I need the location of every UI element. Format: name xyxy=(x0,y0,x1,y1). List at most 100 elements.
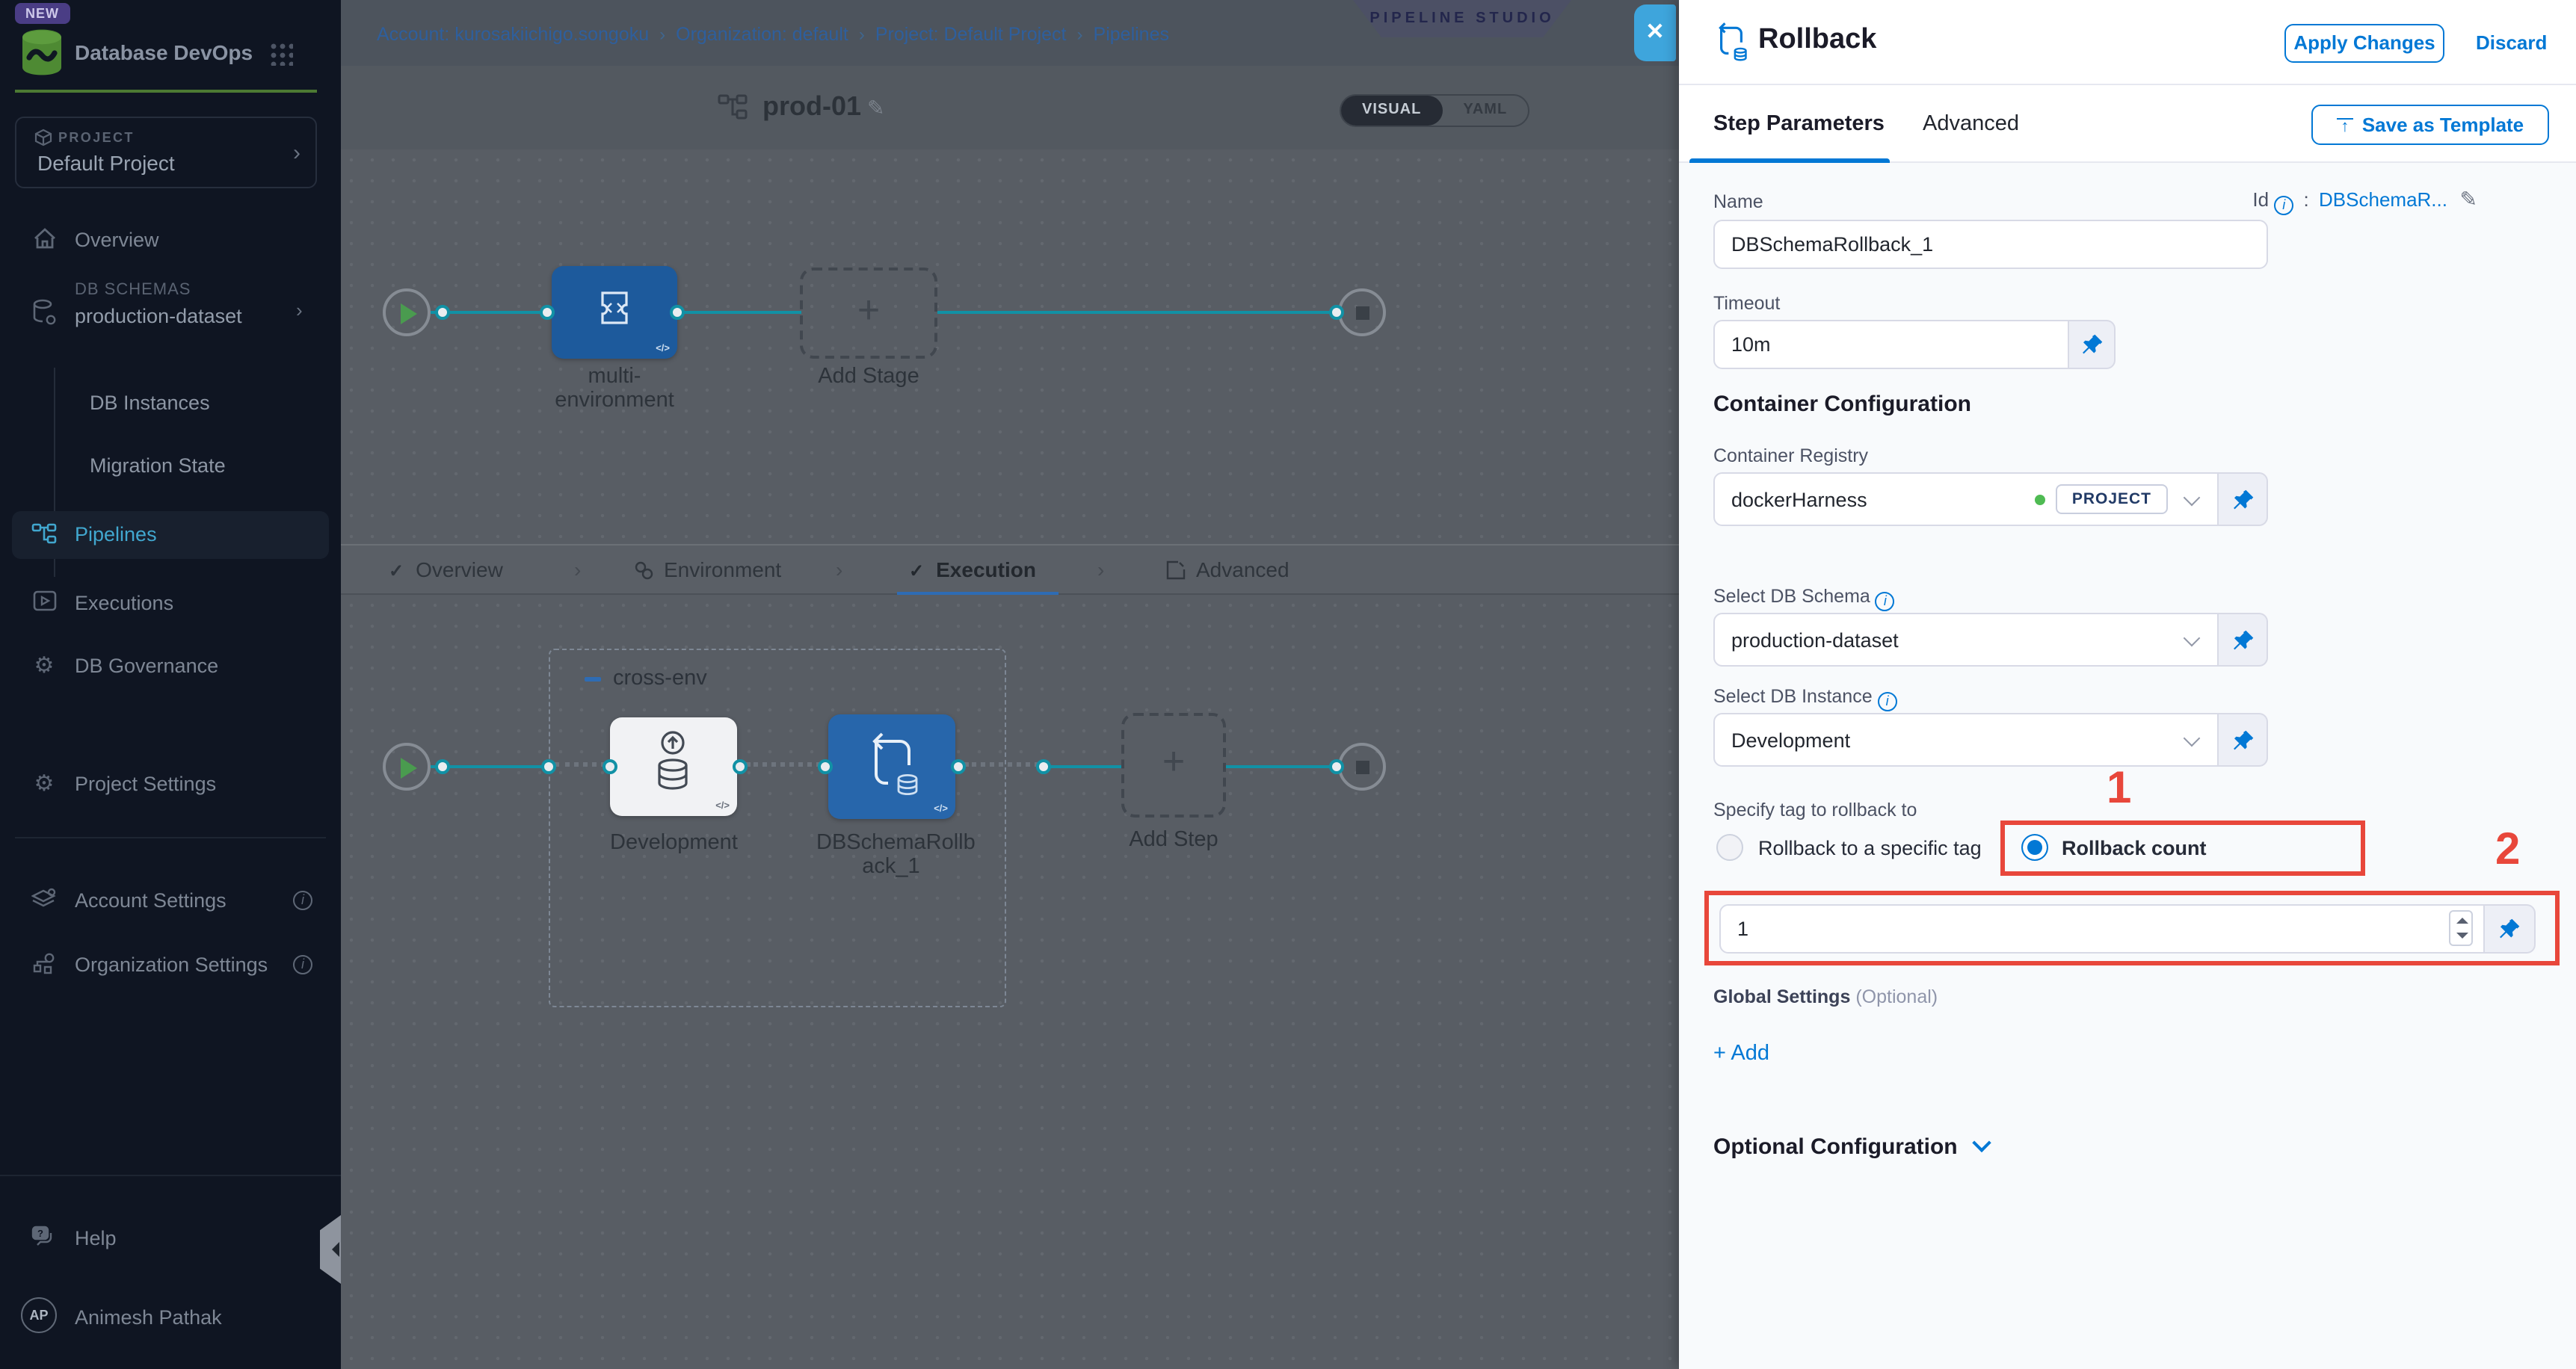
tab-advanced[interactable]: Advanced xyxy=(1166,557,1289,584)
pipeline-end-node xyxy=(1338,288,1386,336)
pipeline-title: prod-01 xyxy=(762,91,861,123)
connector-point xyxy=(435,759,450,774)
add-step-button[interactable]: + xyxy=(1121,713,1226,818)
breadcrumb-pipelines[interactable]: Pipelines xyxy=(1094,24,1169,45)
instance-pin-segment[interactable] xyxy=(2219,713,2268,767)
sidebar-divider xyxy=(15,837,326,838)
sidebar-item-overview[interactable]: Overview xyxy=(0,218,341,263)
step-group-cross-env[interactable]: cross-env xyxy=(549,649,1006,1007)
sidebar-item-account-settings[interactable]: Account Settings i xyxy=(0,879,341,924)
pipeline-title-bar: prod-01 ✎ VISUAL YAML xyxy=(341,66,1679,149)
connector-point xyxy=(1329,305,1344,320)
radio-label-specific-tag[interactable]: Rollback to a specific tag xyxy=(1758,837,1982,859)
step-node-development[interactable]: </> xyxy=(610,717,737,816)
sidebar-item-db-instances[interactable]: DB Instances xyxy=(0,381,341,426)
sidebar: NEW Database DevOps PROJECT Default Proj… xyxy=(0,0,341,1369)
timeout-label: Timeout xyxy=(1713,293,1780,314)
stage-node-multi-environment[interactable]: </> xyxy=(552,266,677,359)
timeout-input[interactable]: 10m xyxy=(1713,320,2069,369)
sidebar-item-db-governance[interactable]: ⚙ DB Governance xyxy=(0,644,341,689)
sidebar-item-project-settings[interactable]: ⚙ Project Settings xyxy=(0,762,341,807)
rollback-step-icon xyxy=(1712,22,1751,64)
id-colon: : xyxy=(2304,188,2309,211)
breadcrumb-project[interactable]: Project: Default Project xyxy=(875,24,1067,45)
label-text: Select DB Instance xyxy=(1713,686,1873,707)
edit-id-pencil-icon[interactable]: ✎ xyxy=(2460,187,2477,212)
connector-status-dot xyxy=(2035,494,2045,504)
sidebar-item-label: Project Settings xyxy=(75,773,216,795)
project-selector[interactable]: PROJECT Default Project › xyxy=(15,117,317,188)
gear-icon: ⚙ xyxy=(31,653,57,679)
sidebar-item-organization-settings[interactable]: Organization Settings i xyxy=(0,943,341,988)
panel-header: Rollback Apply Changes Discard xyxy=(1679,0,2576,85)
tab-overview[interactable]: ✓Overview xyxy=(389,557,503,581)
db-schema-select[interactable]: production-dataset xyxy=(1713,613,2219,667)
id-value[interactable]: DBSchemaR... xyxy=(2319,188,2447,211)
db-instance-value: Development xyxy=(1731,729,1850,751)
project-name: Default Project xyxy=(37,151,175,175)
tab-step-parameters[interactable]: Step Parameters xyxy=(1713,112,1885,136)
close-button[interactable]: ✕ xyxy=(1634,4,1676,61)
gear-icon: ⚙ xyxy=(31,771,57,797)
add-global-setting-link[interactable]: + Add xyxy=(1713,1042,1769,1066)
add-stage-button[interactable]: + xyxy=(800,268,937,359)
tab-separator: › xyxy=(574,557,581,581)
new-badge: NEW xyxy=(15,3,70,24)
optional-configuration-heading[interactable]: Optional Configuration xyxy=(1713,1134,1989,1160)
breadcrumb-organization[interactable]: Organization: default xyxy=(676,24,848,45)
registry-pin-segment[interactable] xyxy=(2219,472,2268,526)
tab-label: Overview xyxy=(416,557,503,581)
sidebar-item-help[interactable]: ? Help xyxy=(0,1217,341,1261)
toggle-yaml[interactable]: YAML xyxy=(1442,96,1528,126)
pipeline-start-node[interactable] xyxy=(383,288,431,336)
collapse-group-icon[interactable] xyxy=(585,677,601,682)
radio-rollback-specific-tag[interactable] xyxy=(1716,834,1743,861)
user-menu[interactable]: AP Animesh Pathak xyxy=(0,1303,341,1348)
edit-pencil-icon[interactable]: ✎ xyxy=(867,96,884,121)
info-icon[interactable]: i xyxy=(1878,692,1897,711)
sidebar-item-pipelines[interactable]: Pipelines xyxy=(12,511,329,559)
container-registry-input[interactable]: dockerHarness PROJECT xyxy=(1713,472,2219,526)
schema-pin-segment[interactable] xyxy=(2219,613,2268,667)
chevron-down-icon xyxy=(1973,1134,1991,1152)
execution-start-node[interactable] xyxy=(383,743,431,791)
name-input[interactable]: DBSchemaRollback_1 xyxy=(1713,220,2268,269)
tab-label: Environment xyxy=(664,557,781,581)
label-text: Select DB Schema xyxy=(1713,586,1870,607)
sidebar-item-executions[interactable]: Executions xyxy=(0,581,341,626)
annotation-box-1 xyxy=(2000,821,2365,876)
info-icon[interactable]: i xyxy=(1876,592,1895,611)
heading-text: Optional Configuration xyxy=(1713,1134,1958,1160)
save-as-template-button[interactable]: ↑Save as Template xyxy=(2311,105,2549,145)
brand-divider xyxy=(15,90,317,93)
db-instance-select[interactable]: Development xyxy=(1713,713,2219,767)
tab-separator: › xyxy=(1097,557,1104,581)
panel-tabs: Step Parameters Advanced ↑Save as Templa… xyxy=(1679,85,2576,163)
sidebar-item-db-schemas[interactable]: DB SCHEMAS production-dataset › xyxy=(0,281,341,347)
toggle-visual[interactable]: VISUAL xyxy=(1341,96,1442,126)
breadcrumb-account[interactable]: Account: kurosakiichigo.songoku xyxy=(377,24,649,45)
app-grid-icon[interactable] xyxy=(269,42,293,66)
step-label-line1: DBSchemaRollb xyxy=(816,831,976,855)
connector-point xyxy=(1036,759,1051,774)
info-icon[interactable]: i xyxy=(2274,196,2293,215)
tab-environment[interactable]: Environment xyxy=(634,557,781,584)
discard-button[interactable]: Discard xyxy=(2476,31,2547,54)
database-devops-logo-icon xyxy=(18,27,66,78)
step-node-dbschemarollback[interactable]: </> xyxy=(828,714,955,819)
tab-advanced-panel[interactable]: Advanced xyxy=(1923,112,2019,136)
pin-icon xyxy=(2231,729,2254,751)
tab-execution[interactable]: ✓Execution xyxy=(909,557,1036,581)
sidebar-item-migration-state[interactable]: Migration State xyxy=(0,444,341,489)
timeout-pin-segment[interactable] xyxy=(2069,320,2116,369)
panel-title: Rollback xyxy=(1758,24,1876,57)
stage-canvas: </> + multi-environment Add Stage xyxy=(341,149,1679,544)
breadcrumb-separator: › xyxy=(859,24,865,45)
environment-icon xyxy=(634,560,653,584)
sidebar-item-label: DB Instances xyxy=(90,392,210,414)
stage-label-line2: environment xyxy=(555,389,674,412)
connector-point xyxy=(435,305,450,320)
chevron-down-icon xyxy=(2184,489,2201,506)
plus-icon: + xyxy=(803,286,934,333)
apply-changes-button[interactable]: Apply Changes xyxy=(2284,24,2444,63)
